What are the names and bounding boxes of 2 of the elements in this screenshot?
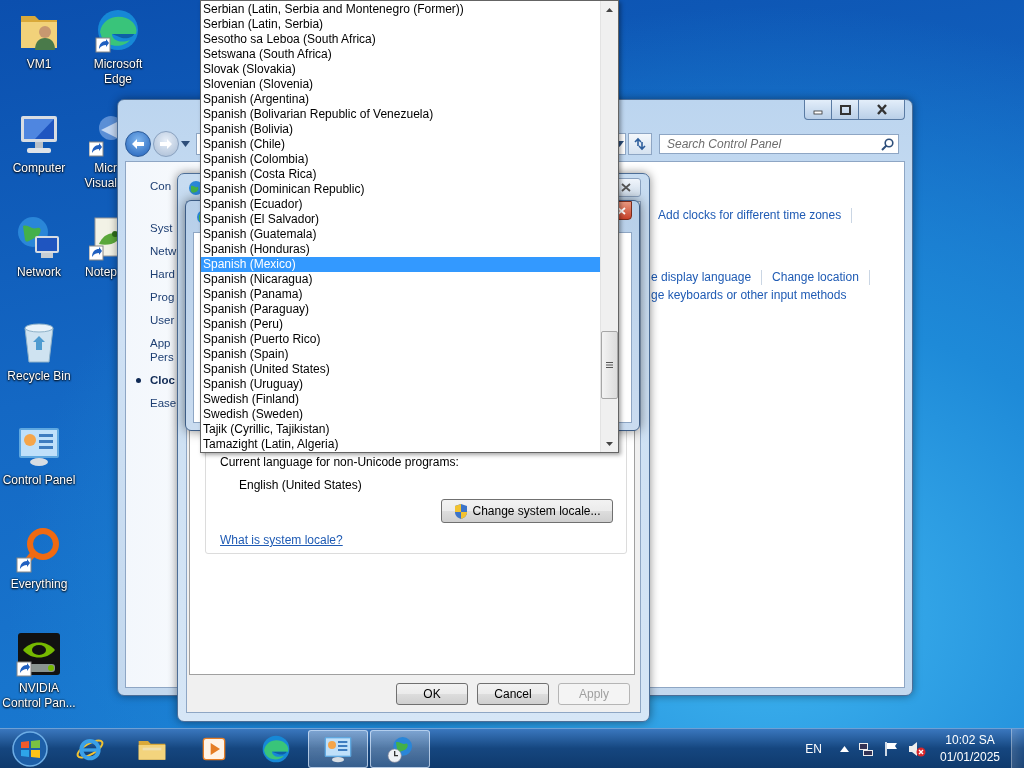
current-locale: English (United States) xyxy=(239,477,363,493)
label: Current language for non-Unicode programs: xyxy=(220,454,460,470)
